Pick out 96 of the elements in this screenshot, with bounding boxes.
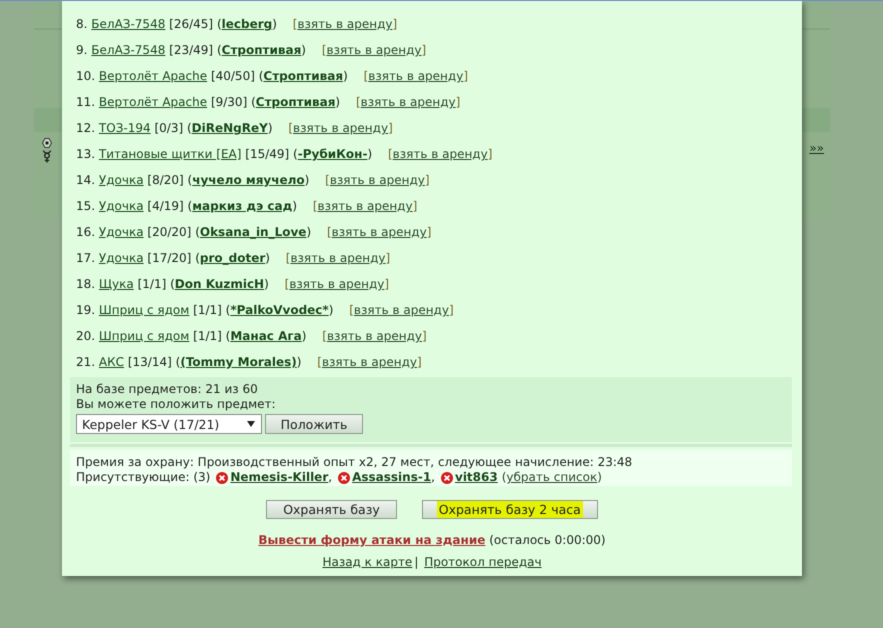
item-number: 21. [76,355,96,369]
owner-link[interactable]: (Oksana_in_Love) [195,225,312,239]
durability-text: [1/1] [193,303,222,317]
separator-text: , [431,470,435,485]
item-number: 9. [76,43,88,57]
item-link[interactable]: АКС [98,355,124,369]
remaining-time-text: (осталось 0:00:00) [489,533,606,547]
player-link[interactable]: Assassins-1 [352,470,432,485]
item-link[interactable]: Щука [98,277,134,291]
item-link[interactable]: Титановые щитки [ЕА] [98,147,242,161]
rent-link[interactable]: [взять в аренду] [326,225,432,239]
durability-text: [15/49] [245,147,290,161]
symbol-icon [42,150,52,163]
put-button[interactable]: Положить [265,414,363,434]
item-number: 15. [76,199,96,213]
rent-link[interactable]: [взять в аренду] [349,303,454,317]
owner-link[interactable]: (*PalkoVvodec*) [226,303,334,317]
item-number: 20. [76,329,96,343]
owner-link[interactable]: (DiReNgReY) [186,121,272,135]
durability-text: [40/50] [210,69,255,83]
item-link[interactable]: БелАЗ-7548 [91,43,166,57]
item-number: 10. [76,69,96,83]
durability-text: [9/30] [210,95,248,109]
item-link[interactable]: Удочка [98,173,144,187]
put-item-label: Вы можете положить предмет: [76,397,277,412]
item-link[interactable]: Удочка [98,225,144,239]
item-link[interactable]: Вертолёт Apache [98,95,208,109]
rent-link[interactable]: [взять в аренду] [322,43,426,57]
item-link[interactable]: Шприц с ядом [98,329,190,343]
owner-link[interactable]: (Строптивая) [258,69,348,83]
durability-text: [13/14] [128,355,172,369]
owner-link[interactable]: (lecberg) [216,17,277,31]
durability-text: [26/45] [169,17,214,31]
durability-text: [20/20] [147,225,192,239]
owner-link[interactable]: (маркиз дэ сад) [188,199,298,213]
owner-link[interactable]: ((Tommy Morales)) [176,355,302,369]
item-link[interactable]: Шприц с ядом [98,303,190,317]
item-number: 19. [76,303,96,317]
durability-text: [1/1] [138,277,166,291]
x-circle-icon [338,472,350,484]
item-select[interactable]: Keppeler KS-V (17/21) [76,414,262,434]
x-circle-icon [441,472,453,484]
hexagon-icon [42,138,52,148]
rent-link[interactable]: [взять в аренду] [325,173,430,187]
owner-link[interactable]: (Don KuzmicH) [170,277,269,291]
item-number: 12. [76,121,96,135]
item-link[interactable]: ТОЗ-194 [98,121,151,135]
item-number: 17. [76,251,96,265]
item-link[interactable]: БелАЗ-7548 [91,17,166,31]
durability-text: [8/20] [147,173,184,187]
item-number: 13. [76,147,96,161]
owner-link[interactable]: (Манас Ага) [226,329,306,343]
item-number: 16. [76,225,96,239]
rent-link[interactable]: [взять в аренду] [317,355,422,369]
owner-link[interactable]: (Строптивая) [216,43,306,57]
rent-link[interactable]: [взять в аренду] [312,199,418,213]
separator-text: | [414,555,418,569]
durability-text: [23/49] [169,43,214,57]
guard-button[interactable]: Охранять базу [266,500,397,519]
item-link[interactable]: Вертолёт Apache [98,69,208,83]
owner-link[interactable]: (-РубиКон-) [293,147,372,161]
rent-link[interactable]: [взять в аренду] [288,121,393,135]
rent-link[interactable]: [взять в аренду] [284,277,390,291]
item-number: 18. [76,277,96,291]
rent-link[interactable]: [взять в аренду] [356,95,460,109]
x-circle-icon [216,472,228,484]
durability-text: [1/1] [193,329,222,343]
reward-text: Премия за охрану: Производственный опыт x2, 27 мест, следующее начисление: 23:48 [76,455,634,470]
item-link[interactable]: Удочка [98,199,144,213]
rent-link[interactable]: [взять в аренду] [292,17,398,31]
durability-text: [4/19] [147,199,184,213]
guard-2h-button[interactable]: Охранять базу 2 часа [422,500,598,519]
remove-list-link[interactable]: (убрать список) [502,470,602,485]
owner-link[interactable]: (Строптивая) [251,95,340,109]
owner-link[interactable]: (pro_doter) [195,251,270,265]
player-link[interactable]: vit863 [455,470,498,485]
item-number: 11. [76,95,96,109]
transfer-log-link[interactable]: Протокол передач [424,555,542,569]
owner-link[interactable]: (чучело мяучело) [188,173,310,187]
rent-link[interactable]: [взять в аренду] [388,147,492,161]
separator-text: , [328,470,332,485]
caret-icon [247,421,255,427]
rent-link[interactable]: [взять в аренду] [322,329,427,343]
player-link[interactable]: Nemesis-Killer [230,470,328,485]
item-number: 8. [76,17,88,31]
storage-count-text: На базе предметов: 21 из 60 [76,382,259,397]
attack-form-link[interactable]: Вывести форму атаки на здание [258,533,486,547]
durability-text: [17/20] [147,251,192,265]
next-link[interactable]: »» [809,141,824,155]
item-number: 14. [76,173,96,187]
durability-text: [0/3] [154,121,184,135]
present-label: Присутствующие: (3) [76,470,210,485]
item-link[interactable]: Удочка [98,251,144,265]
rent-link[interactable]: [взять в аренду] [364,69,468,83]
map-link[interactable]: Назад к карте [322,555,412,569]
rent-link[interactable]: [взять в аренду] [286,251,390,265]
